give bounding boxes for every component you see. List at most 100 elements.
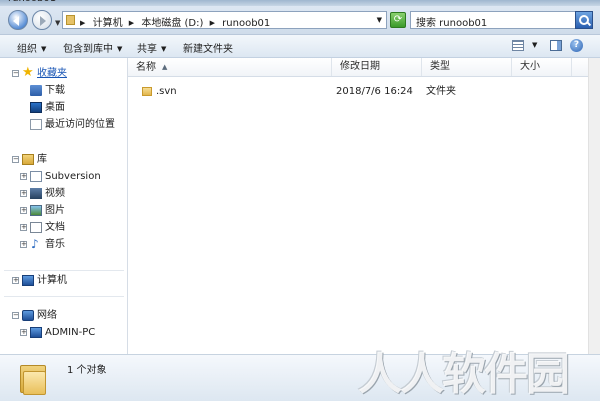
nav-admin-pc-label: ADMIN-PC bbox=[45, 327, 96, 338]
expand-icon[interactable]: + bbox=[20, 207, 27, 214]
nav-downloads[interactable]: 下载 bbox=[30, 83, 122, 99]
sort-ascending-icon: ▲ bbox=[162, 63, 168, 71]
computer-icon bbox=[22, 275, 34, 286]
forward-arrow-icon[interactable] bbox=[32, 10, 52, 30]
file-type: 文件夹 bbox=[426, 86, 456, 97]
column-type[interactable]: 类型 bbox=[422, 58, 512, 76]
breadcrumb: ▶ 计算机 ▶ 本地磁盘 (D:) ▶ runoob01 bbox=[80, 14, 273, 29]
refresh-icon[interactable]: ⟳ bbox=[390, 12, 406, 28]
nav-computer-label: 计算机 bbox=[37, 275, 67, 286]
breadcrumb-folder[interactable]: runoob01 bbox=[222, 18, 270, 29]
nav-documents[interactable]: + 文档 bbox=[20, 220, 124, 236]
library-icon bbox=[22, 154, 34, 165]
column-modified[interactable]: 修改日期 bbox=[332, 58, 422, 76]
computer-icon bbox=[30, 327, 42, 338]
back-arrow-icon[interactable] bbox=[8, 10, 28, 30]
file-name: .svn bbox=[156, 86, 177, 97]
nav-network-label: 网络 bbox=[37, 310, 57, 321]
nav-divider bbox=[4, 296, 124, 297]
collapse-icon[interactable]: − bbox=[12, 312, 19, 319]
expand-icon[interactable]: + bbox=[20, 241, 27, 248]
subversion-library-icon bbox=[30, 171, 42, 182]
window-border bbox=[588, 58, 600, 354]
collapse-icon[interactable]: − bbox=[12, 156, 19, 163]
music-note-icon: ♪ bbox=[31, 237, 39, 251]
large-folder-icon bbox=[20, 363, 46, 395]
nav-pictures-label: 图片 bbox=[45, 205, 65, 216]
column-name[interactable]: 名称 ▲ bbox=[128, 58, 332, 76]
help-icon[interactable]: ? bbox=[570, 39, 583, 52]
nav-libraries[interactable]: − 库 bbox=[12, 152, 122, 168]
include-library-button[interactable]: 包含到库中 ▼ bbox=[63, 40, 122, 55]
navigation-bar: ▼ ▶ 计算机 ▶ 本地磁盘 (D:) ▶ runoob01 ▼ ⟳ 搜索 ru… bbox=[0, 6, 600, 35]
share-button[interactable]: 共享 ▼ bbox=[137, 40, 166, 55]
preview-pane-icon[interactable] bbox=[550, 40, 562, 51]
nav-videos[interactable]: + 视频 bbox=[20, 186, 124, 202]
chevron-right-icon[interactable]: ▶ bbox=[210, 19, 215, 27]
download-folder-icon bbox=[30, 85, 42, 96]
recent-pages-dropdown-icon[interactable]: ▼ bbox=[55, 19, 60, 27]
chevron-down-icon: ▼ bbox=[117, 45, 123, 53]
expand-icon[interactable]: + bbox=[20, 190, 27, 197]
file-modified: 2018/7/6 16:24 bbox=[336, 86, 413, 97]
nav-favorites[interactable]: − ★ 收藏夹 bbox=[12, 66, 122, 82]
picture-library-icon bbox=[30, 205, 42, 216]
chevron-down-icon: ▼ bbox=[41, 45, 47, 53]
address-bar[interactable]: ▶ 计算机 ▶ 本地磁盘 (D:) ▶ runoob01 ▼ bbox=[62, 11, 387, 29]
navigation-pane: − ★ 收藏夹 下载 桌面 最近访问的位置 − 库 + Subversion +… bbox=[0, 58, 128, 354]
nav-recent[interactable]: 最近访问的位置 bbox=[30, 117, 125, 133]
column-size[interactable]: 大小 bbox=[512, 58, 572, 76]
column-header-row: 名称 ▲ 修改日期 类型 大小 bbox=[128, 58, 600, 77]
nav-recent-label: 最近访问的位置 bbox=[45, 119, 115, 130]
table-row[interactable]: .svn 2018/7/6 16:24 文件夹 bbox=[128, 84, 600, 100]
breadcrumb-drive[interactable]: 本地磁盘 (D:) bbox=[141, 18, 203, 29]
video-library-icon bbox=[30, 188, 42, 199]
document-library-icon bbox=[30, 222, 42, 233]
nav-music[interactable]: + ♪ 音乐 bbox=[20, 237, 124, 253]
expand-icon[interactable]: + bbox=[20, 329, 27, 336]
address-dropdown-icon[interactable]: ▼ bbox=[377, 16, 382, 24]
network-icon bbox=[22, 310, 34, 321]
folder-icon bbox=[142, 87, 152, 96]
nav-subversion[interactable]: + Subversion bbox=[20, 169, 124, 185]
search-box[interactable]: 搜索 runoob01 bbox=[410, 11, 593, 29]
nav-favorites-label: 收藏夹 bbox=[37, 68, 67, 79]
watermark: 人人软件园 bbox=[358, 349, 570, 400]
new-folder-button[interactable]: 新建文件夹 bbox=[183, 40, 233, 55]
breadcrumb-computer[interactable]: 计算机 bbox=[93, 18, 123, 29]
search-icon[interactable] bbox=[575, 11, 593, 29]
folder-front-shape bbox=[23, 371, 46, 395]
nav-subversion-label: Subversion bbox=[45, 171, 101, 182]
expand-icon[interactable]: + bbox=[12, 277, 19, 284]
share-label: 共享 bbox=[137, 44, 157, 55]
nav-pictures[interactable]: + 图片 bbox=[20, 203, 124, 219]
star-icon: ★ bbox=[22, 65, 34, 80]
collapse-icon[interactable]: − bbox=[12, 70, 19, 77]
expand-icon[interactable]: + bbox=[20, 224, 27, 231]
include-library-label: 包含到库中 bbox=[63, 44, 113, 55]
nav-divider bbox=[4, 270, 124, 271]
chevron-right-icon[interactable]: ▶ bbox=[129, 19, 134, 27]
nav-documents-label: 文档 bbox=[45, 222, 65, 233]
nav-downloads-label: 下载 bbox=[45, 85, 65, 96]
nav-computer[interactable]: + 计算机 bbox=[12, 273, 122, 289]
nav-videos-label: 视频 bbox=[45, 188, 65, 199]
chevron-right-icon[interactable]: ▶ bbox=[80, 19, 85, 27]
search-input[interactable]: 搜索 runoob01 bbox=[416, 14, 487, 29]
nav-desktop[interactable]: 桌面 bbox=[30, 100, 122, 116]
chevron-down-icon[interactable]: ▼ bbox=[532, 41, 537, 49]
expand-icon[interactable]: + bbox=[20, 173, 27, 180]
nav-libraries-label: 库 bbox=[37, 154, 47, 165]
organize-button[interactable]: 组织 ▼ bbox=[17, 40, 46, 55]
chevron-down-icon: ▼ bbox=[161, 45, 167, 53]
file-list: 名称 ▲ 修改日期 类型 大小 .svn 2018/7/6 16:24 文件夹 bbox=[128, 58, 600, 354]
command-bar: 组织 ▼ 包含到库中 ▼ 共享 ▼ 新建文件夹 ▼ ? bbox=[0, 35, 600, 58]
nav-admin-pc[interactable]: + ADMIN-PC bbox=[20, 325, 124, 341]
item-count: 1 个对象 bbox=[67, 365, 107, 376]
view-options-icon[interactable] bbox=[512, 40, 524, 51]
nav-music-label: 音乐 bbox=[45, 239, 65, 250]
recent-places-icon bbox=[30, 119, 42, 130]
nav-network[interactable]: − 网络 bbox=[12, 308, 122, 324]
nav-desktop-label: 桌面 bbox=[45, 102, 65, 113]
desktop-icon bbox=[30, 102, 42, 113]
